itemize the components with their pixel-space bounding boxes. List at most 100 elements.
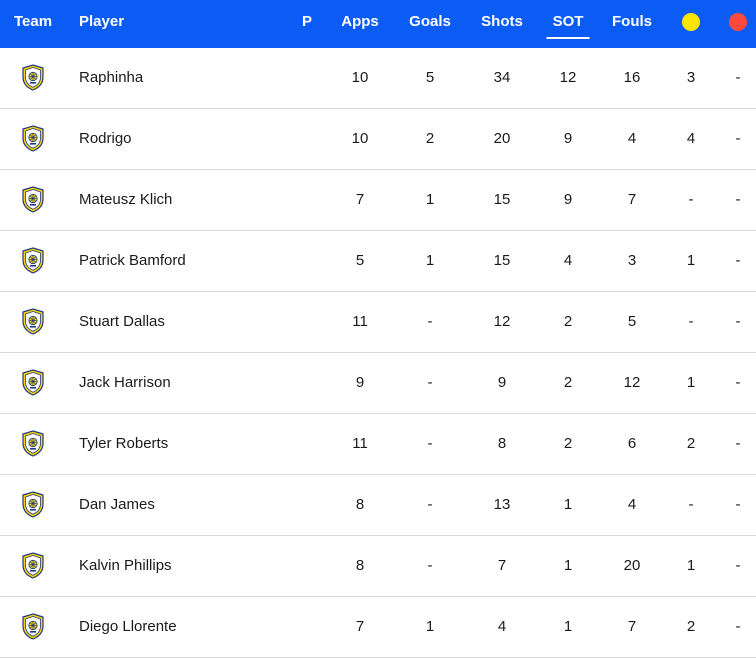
table-row[interactable]: Dan James 8 - 13 1 4 - -	[0, 475, 756, 536]
column-header-team[interactable]: Team	[14, 0, 52, 48]
stat-apps: 10	[351, 130, 369, 147]
stat-shots: 9	[497, 374, 507, 391]
column-header-player[interactable]: Player	[79, 0, 124, 48]
stat-apps: 7	[355, 191, 365, 208]
player-name[interactable]: Dan James	[79, 475, 155, 535]
table-row[interactable]: Mateusz Klich 7 1 15 9 7 - -	[0, 170, 756, 231]
stat-goals: -	[427, 557, 433, 574]
stat-red: -	[735, 130, 741, 147]
stat-sot: 1	[563, 618, 573, 635]
stat-yellow: 4	[686, 130, 696, 147]
leeds-united-crest-icon[interactable]	[21, 247, 45, 274]
stat-fouls: 4	[627, 496, 637, 513]
stat-red: -	[735, 618, 741, 635]
column-header-goals[interactable]: Goals	[409, 0, 451, 48]
stat-yellow: 2	[686, 618, 696, 635]
table-row[interactable]: Patrick Bamford 5 1 15 4 3 1 -	[0, 231, 756, 292]
stat-apps: 5	[355, 252, 365, 269]
leeds-united-crest-icon[interactable]	[21, 491, 45, 518]
stat-red: -	[735, 374, 741, 391]
player-name[interactable]: Kalvin Phillips	[79, 536, 172, 596]
stat-shots: 8	[497, 435, 507, 452]
leeds-united-crest-icon[interactable]	[21, 613, 45, 640]
stat-red: -	[735, 557, 741, 574]
stat-fouls: 16	[623, 69, 641, 86]
stat-red: -	[735, 435, 741, 452]
column-header-shots[interactable]: Shots	[481, 0, 523, 48]
stat-red: -	[735, 69, 741, 86]
stat-red: -	[735, 191, 741, 208]
player-name[interactable]: Tyler Roberts	[79, 414, 168, 474]
stat-goals: -	[427, 496, 433, 513]
table-row[interactable]: Kalvin Phillips 8 - 7 1 20 1 -	[0, 536, 756, 597]
yellow-card-icon[interactable]	[682, 13, 700, 31]
column-header-sot[interactable]: SOT	[546, 0, 590, 48]
stat-sot: 4	[563, 252, 573, 269]
stat-shots: 12	[493, 313, 511, 330]
stat-goals: -	[427, 374, 433, 391]
table-row[interactable]: Raphinha 10 5 34 12 16 3 -	[0, 48, 756, 109]
table-header: Team Player P Apps Goals Shots SOT Fouls	[0, 0, 756, 48]
stat-red: -	[735, 252, 741, 269]
column-header-apps[interactable]: Apps	[341, 0, 379, 48]
stat-apps: 9	[355, 374, 365, 391]
player-name[interactable]: Jack Harrison	[79, 353, 171, 413]
table-row[interactable]: Stuart Dallas 11 - 12 2 5 - -	[0, 292, 756, 353]
stat-shots: 13	[493, 496, 511, 513]
player-name[interactable]: Rodrigo	[79, 109, 132, 169]
stat-sot: 12	[559, 69, 577, 86]
player-name[interactable]: Mateusz Klich	[79, 170, 172, 230]
player-name[interactable]: Diego Llorente	[79, 597, 177, 657]
stat-yellow: 1	[686, 252, 696, 269]
stat-shots: 7	[497, 557, 507, 574]
stat-red: -	[735, 313, 741, 330]
stat-fouls: 20	[623, 557, 641, 574]
leeds-united-crest-icon[interactable]	[21, 552, 45, 579]
red-card-icon[interactable]	[729, 13, 747, 31]
stat-fouls: 3	[627, 252, 637, 269]
leeds-united-crest-icon[interactable]	[21, 308, 45, 335]
stat-sot: 1	[563, 557, 573, 574]
column-header-p[interactable]: P	[302, 0, 312, 48]
table-row[interactable]: Diego Llorente 7 1 4 1 7 2 -	[0, 597, 756, 658]
stat-shots: 15	[493, 191, 511, 208]
leeds-united-crest-icon[interactable]	[21, 64, 45, 91]
stat-goals: -	[427, 313, 433, 330]
stat-apps: 11	[352, 313, 368, 330]
leeds-united-crest-icon[interactable]	[21, 186, 45, 213]
player-name[interactable]: Patrick Bamford	[79, 231, 186, 291]
leeds-united-crest-icon[interactable]	[21, 430, 45, 457]
stat-fouls: 12	[623, 374, 641, 391]
leeds-united-crest-icon[interactable]	[21, 125, 45, 152]
stat-apps: 8	[355, 557, 365, 574]
stat-shots: 4	[497, 618, 507, 635]
stat-red: -	[735, 496, 741, 513]
stat-goals: 5	[425, 69, 435, 86]
stat-apps: 10	[351, 69, 369, 86]
stat-yellow: 1	[686, 557, 696, 574]
player-name[interactable]: Stuart Dallas	[79, 292, 165, 352]
stat-yellow: 2	[686, 435, 696, 452]
stat-sot: 9	[563, 130, 573, 147]
column-header-fouls[interactable]: Fouls	[612, 0, 652, 48]
stat-sot: 1	[563, 496, 573, 513]
stat-apps: 8	[355, 496, 365, 513]
stat-yellow: -	[688, 191, 694, 208]
stat-fouls: 6	[627, 435, 637, 452]
stat-fouls: 4	[627, 130, 637, 147]
table-row[interactable]: Tyler Roberts 11 - 8 2 6 2 -	[0, 414, 756, 475]
player-name[interactable]: Raphinha	[79, 48, 143, 108]
leeds-united-crest-icon[interactable]	[21, 369, 45, 396]
table-row[interactable]: Rodrigo 10 2 20 9 4 4 -	[0, 109, 756, 170]
stat-yellow: -	[688, 496, 694, 513]
player-stats-table: Team Player P Apps Goals Shots SOT Fouls…	[0, 0, 756, 658]
stat-goals: 1	[425, 252, 435, 269]
stat-fouls: 7	[627, 191, 637, 208]
table-row[interactable]: Jack Harrison 9 - 9 2 12 1 -	[0, 353, 756, 414]
stat-yellow: 3	[686, 69, 696, 86]
stat-fouls: 5	[627, 313, 637, 330]
stat-yellow: 1	[686, 374, 696, 391]
stat-apps: 7	[355, 618, 365, 635]
stat-apps: 11	[352, 435, 368, 452]
stat-shots: 20	[493, 130, 511, 147]
